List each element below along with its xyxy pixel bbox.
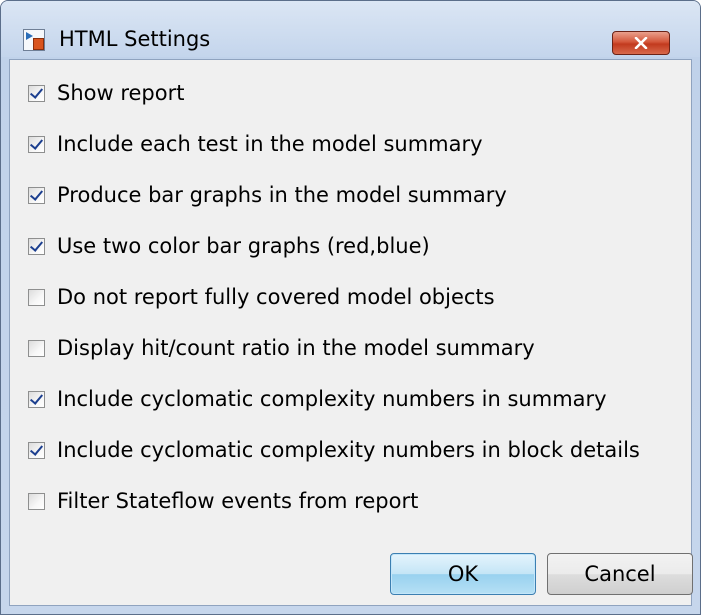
checkbox[interactable] [28,84,45,102]
close-button[interactable] [612,31,670,55]
option-complexity-summary[interactable]: Include cyclomatic complexity numbers in… [28,384,607,414]
option-complexity-block-details[interactable]: Include cyclomatic complexity numbers in… [28,435,640,465]
ok-button[interactable]: OK [390,553,536,595]
checkbox[interactable] [28,237,45,255]
option-label: Show report [57,81,185,105]
option-two-color-bar-graphs[interactable]: Use two color bar graphs (red,blue) [28,231,430,261]
option-label: Use two color bar graphs (red,blue) [57,234,430,258]
option-produce-bar-graphs[interactable]: Produce bar graphs in the model summary [28,180,507,210]
option-label: Include cyclomatic complexity numbers in… [57,438,640,462]
dialog-content: Show report Include each test in the mod… [9,59,693,606]
close-icon [634,37,648,49]
checkbox[interactable] [28,390,45,408]
option-hit-count-ratio[interactable]: Display hit/count ratio in the model sum… [28,333,535,363]
checkbox[interactable] [28,441,45,459]
checkbox[interactable] [28,339,45,357]
checkbox[interactable] [28,288,45,306]
cancel-button[interactable]: Cancel [547,553,693,595]
option-include-each-test[interactable]: Include each test in the model summary [28,129,483,159]
option-label: Produce bar graphs in the model summary [57,183,507,207]
dialog-title: HTML Settings [59,27,211,51]
report-app-icon [23,29,45,51]
html-settings-dialog: HTML Settings Show report Include each t… [0,0,701,615]
option-label: Include each test in the model summary [57,132,483,156]
title-bar[interactable]: HTML Settings [1,1,700,57]
option-label: Display hit/count ratio in the model sum… [57,336,535,360]
option-do-not-report-covered[interactable]: Do not report fully covered model object… [28,282,495,312]
option-show-report[interactable]: Show report [28,78,184,108]
option-filter-stateflow-events[interactable]: Filter Stateflow events from report [28,486,418,516]
checkbox[interactable] [28,492,45,510]
option-label: Do not report fully covered model object… [57,285,495,309]
checkbox[interactable] [28,186,45,204]
option-label: Include cyclomatic complexity numbers in… [57,387,607,411]
option-label: Filter Stateflow events from report [57,489,419,513]
checkbox[interactable] [28,135,45,153]
